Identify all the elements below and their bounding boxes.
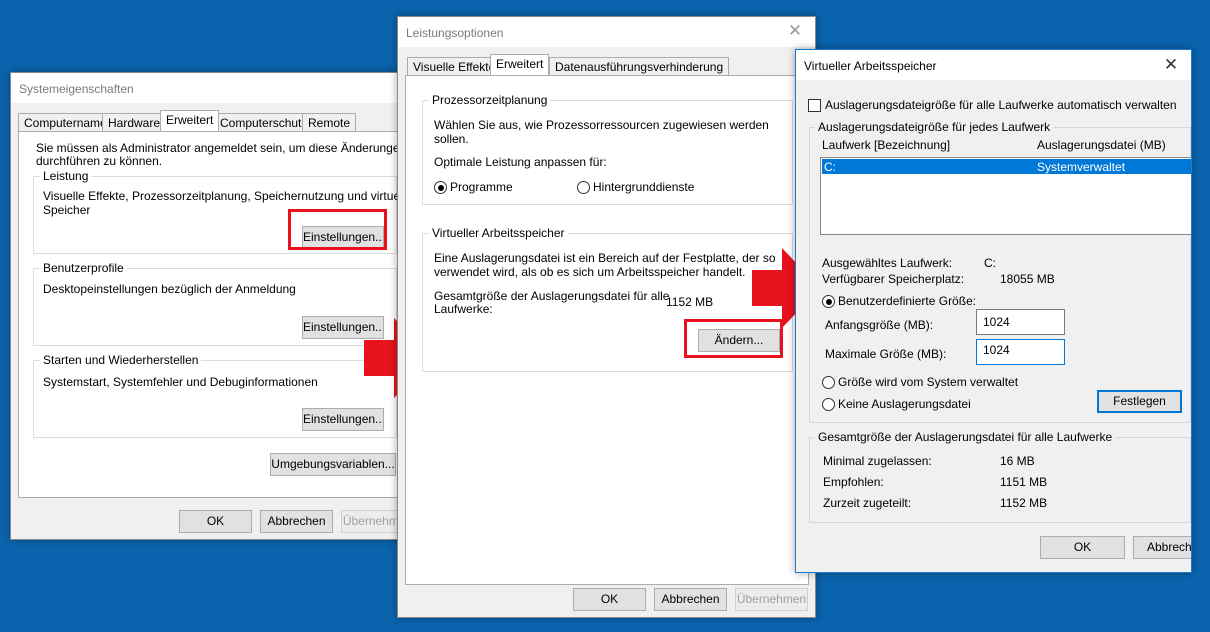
benutzerprofile-group: Benutzerprofile Desktopeinstellungen bez… (33, 261, 397, 346)
window-title: Virtueller Arbeitsspeicher (804, 59, 937, 73)
benutzerprofile-legend: Benutzerprofile (40, 261, 127, 275)
radio-no-pagefile-label[interactable]: Keine Auslagerungsdatei (838, 397, 971, 411)
min-allowed-value: 16 MB (1000, 454, 1035, 468)
tab-visuelle-effekte[interactable]: Visuelle Effekte (407, 57, 502, 76)
prozessorzeitplanung-group: Prozessorzeitplanung Wählen Sie aus, wie… (422, 93, 793, 205)
starten-settings-button[interactable]: Einstellungen... (302, 408, 384, 431)
radio-hintergrunddienste[interactable] (577, 181, 590, 194)
close-icon[interactable]: ✕ (1159, 54, 1183, 76)
allocated-value: 1152 MB (1000, 496, 1048, 510)
cancel-button[interactable]: Abbrechen (1133, 536, 1191, 559)
radio-hintergrunddienste-label[interactable]: Hintergrunddienste (593, 180, 694, 194)
vmem-desc-line1: Eine Auslagerungsdatei ist ein Bereich a… (434, 251, 776, 265)
cancel-button[interactable]: Abbrechen (654, 588, 727, 611)
radio-no-pagefile[interactable] (822, 398, 835, 411)
recommended-value: 1151 MB (1000, 475, 1048, 489)
ok-button[interactable]: OK (179, 510, 252, 533)
proz-legend: Prozessorzeitplanung (429, 93, 551, 107)
allocated-label: Zurzeit zugeteilt: (823, 496, 912, 510)
close-icon[interactable]: ✕ (783, 20, 807, 42)
tab-computerschutz[interactable]: Computerschutz (214, 113, 314, 132)
auto-manage-label[interactable]: Auslagerungsdateigröße für alle Laufwerk… (825, 98, 1177, 112)
tab-panel: Sie müssen als Administrator angemeldet … (18, 131, 412, 498)
radio-programme-label[interactable]: Programme (450, 180, 513, 194)
selected-drive-label: Ausgewähltes Laufwerk: (822, 256, 953, 270)
list-item[interactable]: C: Systemverwaltet (822, 159, 1191, 174)
vmem-legend: Virtueller Arbeitsspeicher (429, 226, 568, 240)
radio-system-managed-label[interactable]: Größe wird vom System verwaltet (838, 375, 1018, 389)
radio-programme[interactable] (434, 181, 447, 194)
vmem-total-value: 1152 MB (666, 295, 714, 309)
tab-datenausfuehrungsverhinderung[interactable]: Datenausführungsverhinderung (549, 57, 730, 76)
proz-desc-line2: sollen. (434, 132, 469, 146)
benutzerprofile-desc: Desktopeinstellungen bezüglich der Anmel… (43, 282, 296, 296)
proz-desc-line1: Wählen Sie aus, wie Prozessorressourcen … (434, 118, 769, 132)
environment-variables-button[interactable]: Umgebungsvariablen... (270, 453, 396, 476)
tab-hardware[interactable]: Hardware (102, 113, 167, 132)
available-space-value: 18055 MB (1000, 272, 1055, 286)
starten-group: Starten und Wiederherstellen Systemstart… (33, 353, 397, 438)
radio-custom-size-label[interactable]: Benutzerdefinierte Größe: (838, 294, 976, 308)
max-size-label: Maximale Größe (MB): (825, 347, 947, 361)
vmem-total-label-line1: Gesamtgröße der Auslagerungsdatei für al… (434, 289, 670, 303)
vmem-desc-line2: verwendet wird, als ob es sich um Arbeit… (434, 265, 746, 279)
optimize-label: Optimale Leistung anpassen für: (434, 155, 607, 169)
available-space-label: Verfügbarer Speicherplatz: (822, 272, 965, 286)
list-header-drive: Laufwerk [Bezeichnung] (822, 138, 951, 152)
ok-button[interactable]: OK (1040, 536, 1125, 559)
initial-size-input[interactable]: 1024 (976, 309, 1065, 335)
apply-button[interactable]: Übernehmen (735, 588, 808, 611)
total-group: Gesamtgröße der Auslagerungsdatei für al… (809, 430, 1191, 523)
selected-drive-value: C: (984, 256, 996, 270)
admin-note-line2: durchführen zu können. (36, 154, 163, 168)
highlight-settings-button (288, 209, 387, 250)
recommended-label: Empfohlen: (823, 475, 884, 489)
per-drive-legend: Auslagerungsdateigröße für jedes Laufwer… (815, 120, 1054, 134)
system-properties-window: Systemeigenschaften Computername Hardwar… (10, 72, 412, 540)
per-drive-group: Auslagerungsdateigröße für jedes Laufwer… (809, 120, 1191, 423)
virtual-memory-window: Virtueller Arbeitsspeicher ✕ Auslagerung… (795, 49, 1192, 573)
list-item-pagefile: Systemverwaltet (1037, 160, 1126, 174)
leistung-desc-line2: Speicher (43, 203, 91, 217)
starten-desc: Systemstart, Systemfehler und Debuginfor… (43, 375, 318, 389)
drive-list[interactable]: C: Systemverwaltet (820, 157, 1191, 235)
initial-size-label: Anfangsgröße (MB): (825, 318, 934, 332)
min-allowed-label: Minimal zugelassen: (823, 454, 932, 468)
list-item-drive: C: (824, 160, 836, 174)
tab-erweitert[interactable]: Erweitert (160, 110, 220, 131)
title-bar[interactable]: Leistungsoptionen ✕ (398, 17, 815, 47)
set-button[interactable]: Festlegen (1097, 390, 1182, 413)
total-legend: Gesamtgröße der Auslagerungsdatei für al… (815, 430, 1116, 444)
tab-remote[interactable]: Remote (302, 113, 357, 132)
title-bar[interactable]: Systemeigenschaften (11, 73, 411, 103)
auto-manage-checkbox[interactable] (808, 99, 821, 112)
leistung-desc-line1: Visuelle Effekte, Prozessorzeitplanung, … (43, 189, 412, 203)
starten-legend: Starten und Wiederherstellen (40, 353, 202, 367)
tab-erweitert[interactable]: Erweitert (490, 54, 550, 75)
vmem-total-label-line2: Laufwerke: (434, 302, 493, 316)
tab-computername[interactable]: Computername (18, 113, 113, 132)
radio-custom-size[interactable] (822, 295, 835, 308)
window-title: Leistungsoptionen (406, 26, 504, 40)
cancel-button[interactable]: Abbrechen (260, 510, 333, 533)
window-title: Systemeigenschaften (19, 82, 134, 96)
admin-note-line1: Sie müssen als Administrator angemeldet … (36, 141, 407, 155)
leistung-legend: Leistung (40, 169, 92, 183)
title-bar[interactable]: Virtueller Arbeitsspeicher ✕ (796, 50, 1191, 80)
radio-system-managed[interactable] (822, 376, 835, 389)
max-size-input[interactable]: 1024 (976, 339, 1065, 365)
ok-button[interactable]: OK (573, 588, 646, 611)
list-header-pagefile: Auslagerungsdatei (MB) (1037, 138, 1166, 152)
